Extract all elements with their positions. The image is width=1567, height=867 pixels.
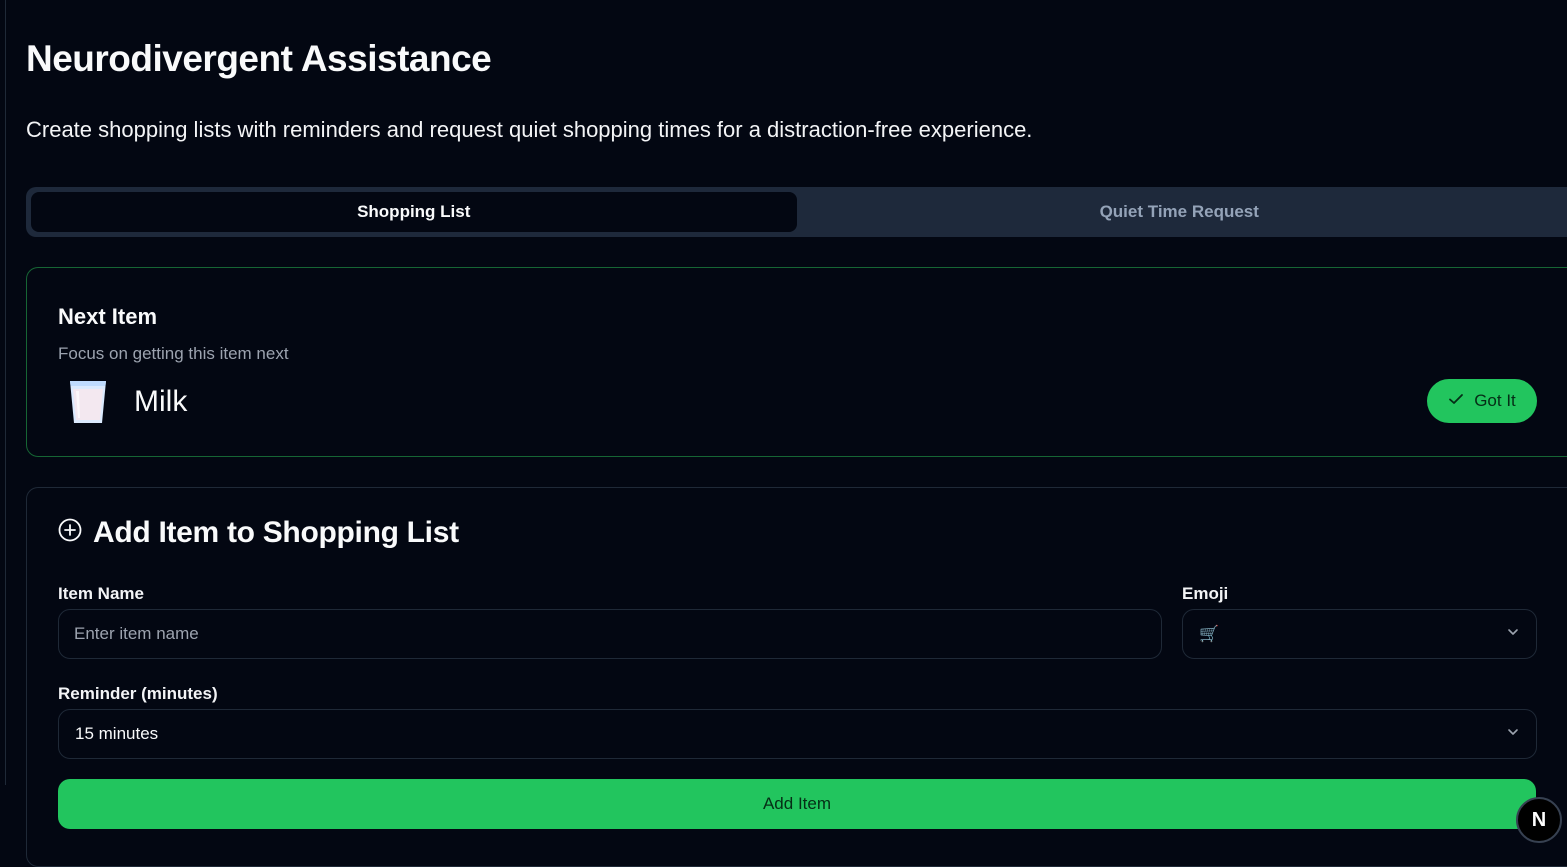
chevron-down-icon bbox=[1506, 624, 1520, 644]
left-divider bbox=[5, 0, 6, 785]
emoji-select[interactable]: 🛒 bbox=[1182, 609, 1537, 659]
add-item-card: Add Item to Shopping List Item Name Emoj… bbox=[26, 487, 1567, 867]
milk-glass-icon bbox=[68, 379, 108, 425]
emoji-selected-value: 🛒 bbox=[1199, 626, 1219, 643]
chevron-down-icon bbox=[1506, 724, 1520, 744]
page-subtitle: Create shopping lists with reminders and… bbox=[26, 117, 1033, 142]
item-name-label: Item Name bbox=[58, 584, 144, 603]
add-item-title: Add Item to Shopping List bbox=[93, 516, 459, 549]
tab-quiet-time-request[interactable]: Quiet Time Request bbox=[797, 192, 1563, 232]
reminder-select[interactable]: 15 minutes bbox=[58, 709, 1537, 759]
add-item-heading: Add Item to Shopping List bbox=[58, 516, 459, 550]
next-item-name: Milk bbox=[134, 385, 188, 418]
page-title: Neurodivergent Assistance bbox=[26, 38, 492, 79]
next-item-title: Next Item bbox=[58, 304, 158, 329]
reminder-selected-value: 15 minutes bbox=[75, 724, 159, 743]
emoji-label: Emoji bbox=[1182, 584, 1229, 603]
add-item-button[interactable]: Add Item bbox=[58, 779, 1536, 829]
item-name-input[interactable] bbox=[58, 609, 1162, 659]
plus-circle-icon bbox=[58, 516, 82, 550]
tab-bar: Shopping List Quiet Time Request bbox=[26, 187, 1567, 237]
tab-shopping-list[interactable]: Shopping List bbox=[31, 192, 797, 232]
next-item-description: Focus on getting this item next bbox=[58, 344, 289, 363]
check-icon bbox=[1448, 391, 1464, 412]
next-item-card: Next Item Focus on getting this item nex… bbox=[26, 267, 1567, 457]
nextjs-dev-badge[interactable]: N bbox=[1516, 797, 1562, 843]
got-it-label: Got It bbox=[1474, 391, 1516, 410]
got-it-button[interactable]: Got It bbox=[1427, 379, 1537, 423]
reminder-label: Reminder (minutes) bbox=[58, 684, 218, 703]
